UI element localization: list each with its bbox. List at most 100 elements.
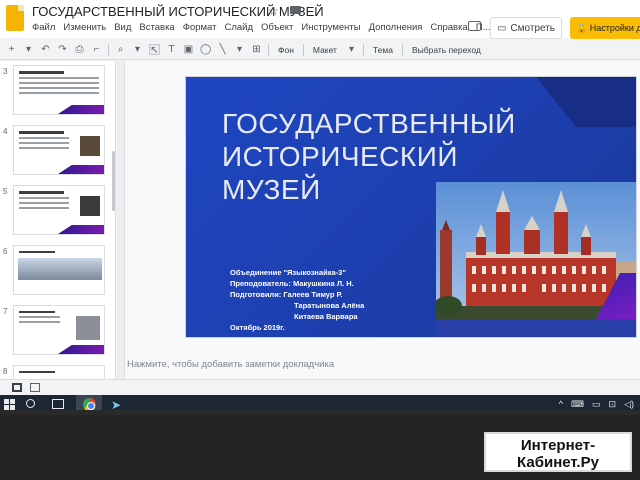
volume-icon[interactable]: ◁) [624,399,634,410]
menu-format[interactable]: Формат [183,22,217,33]
windows-taskbar: ➤ ^ ⌨ ▭ ⊡ ◁) [0,395,640,410]
present-button[interactable]: ▭ Смотреть [490,17,562,39]
chevron-down-icon[interactable]: ▾ [132,44,143,55]
chrome-icon[interactable] [83,398,96,410]
thumb-text-line [19,207,69,209]
access-settings-button[interactable]: 🔒 Настройки до [570,17,640,39]
slide-thumbnail[interactable] [13,245,105,295]
slide-thumbnail[interactable] [13,125,105,175]
filmstrip-scrollbar[interactable] [112,151,115,211]
thumb-text-line [19,87,99,89]
access-settings-label: Настройки до [589,23,640,33]
thumb-title-line [19,251,55,253]
site-watermark: Интернет- Кабинет.Ру [484,432,632,472]
shape-icon[interactable]: ◯ [200,44,211,55]
redo-icon[interactable]: ↷ [57,44,68,55]
thumb-accent-band [58,105,104,114]
slide-thumbnail-row[interactable]: 5 [0,183,115,239]
menu-bar: Файл Изменить Вид Вставка Формат Слайд О… [32,22,490,33]
menu-help[interactable]: Справка [430,22,467,33]
menu-edit[interactable]: Изменить [63,22,106,33]
thumb-title-line [19,371,55,373]
select-cursor-icon[interactable]: ↖ [149,44,160,56]
tray-expand-icon[interactable]: ^ [559,399,563,410]
slide-thumbnail-row[interactable]: 8 [0,363,115,379]
menu-insert[interactable]: Вставка [139,22,174,33]
slide-thumbnail[interactable] [13,365,105,379]
theme-button[interactable]: Тема [370,44,396,56]
thumb-text-line [19,202,69,204]
credits-teacher: Преподователь: Макушкина Л. Н. [230,279,354,288]
thumb-text-line [19,316,60,318]
battery-icon[interactable]: ▭ [592,399,601,410]
thumb-text-line [19,82,99,84]
layout-button[interactable]: Макет [310,44,340,56]
thumb-text-line [19,77,99,79]
menu-addons[interactable]: Дополнения [369,22,423,33]
undo-icon[interactable]: ↶ [40,44,51,55]
menu-slide[interactable]: Слайд [224,22,253,33]
toolbar: + ▾ ↶ ↷ ⎙ ⌐ ⌕ ▾ ↖ T ▣ ◯ ╲ ▾ ⊞ Фон Макет … [0,40,640,60]
chevron-down-icon[interactable]: ▾ [346,44,357,55]
comments-icon[interactable] [468,21,481,31]
toolbar-divider [401,43,403,56]
image-icon[interactable]: ▣ [183,44,194,55]
slide-thumbnail-row[interactable]: 4 [0,123,115,179]
slide-credits[interactable]: Объединение "Языкознайка-3" Преподовател… [230,267,450,333]
task-view-icon[interactable] [52,399,64,409]
windows-start-icon[interactable] [4,399,16,410]
menu-tools[interactable]: Инструменты [301,22,360,33]
toolbar-divider [362,43,364,56]
filmstrip-view-icon[interactable] [30,383,40,392]
background-button[interactable]: Фон [275,44,297,56]
credits-association: Объединение "Языкознайка-3" [230,268,346,277]
thumb-landscape-image [18,258,102,280]
slide-thumbnail-row[interactable]: 3 [0,63,115,119]
comment-add-icon[interactable]: ⊞ [251,44,262,55]
search-icon[interactable] [26,399,35,408]
star-icon[interactable]: ☆ [268,4,279,18]
toolbar-divider [108,43,109,56]
title-line-2: ИСТОРИЧЕСКИЙ [222,141,458,172]
slide-thumbnail-row[interactable]: 6 [0,243,115,299]
thumb-text-line [19,142,69,144]
thumb-text-line [19,197,69,199]
thumb-text-line [19,147,69,149]
chevron-down-icon[interactable]: ▾ [234,44,245,55]
line-icon[interactable]: ╲ [217,44,228,55]
slide-thumbnail-row[interactable]: 7 [0,303,115,359]
current-slide[interactable]: ГОСУДАРСТВЕННЫЙ ИСТОРИЧЕСКИЙ МУЗЕЙ Объед… [186,77,636,337]
speaker-notes-placeholder[interactable]: Нажмите, чтобы добавить заметки докладчи… [127,359,334,370]
thumb-title-line [19,311,55,313]
keyboard-icon[interactable]: ⌨ [571,399,584,410]
folder-icon[interactable] [290,6,301,14]
thumb-title-line [19,191,64,194]
slide-number: 5 [3,187,8,196]
grid-view-icon[interactable] [12,383,22,392]
print-icon[interactable]: ⎙ [74,44,85,55]
slide-thumbnail[interactable] [13,65,105,115]
paint-format-icon[interactable]: ⌐ [91,44,102,55]
text-box-icon[interactable]: T [166,44,177,55]
zoom-icon[interactable]: ⌕ [115,44,126,55]
chevron-down-icon[interactable]: ▾ [23,44,34,55]
view-switcher-bar [0,379,640,395]
new-slide-icon[interactable]: + [6,44,17,55]
thumb-title-line [19,71,64,74]
network-icon[interactable]: ⊡ [609,399,617,410]
vertical-ruler [117,61,125,379]
thumb-text-line [19,137,69,139]
slide-thumbnail[interactable] [13,185,105,235]
document-title[interactable]: ГОСУДАРСТВЕННЫЙ ИСТОРИЧЕСКИЙ МУЗЕЙ [32,4,324,19]
slides-logo-icon[interactable] [6,5,24,31]
transition-button[interactable]: Выбрать переход [409,44,484,56]
thumb-title-line [19,131,64,134]
pinned-app-icon[interactable]: ➤ [111,399,121,410]
present-icon: ▭ [496,22,507,34]
menu-file[interactable]: Файл [32,22,55,33]
slide-canvas: ГОСУДАРСТВЕННЫЙ ИСТОРИЧЕСКИЙ МУЗЕЙ Объед… [117,61,640,379]
menu-view[interactable]: Вид [114,22,131,33]
thumb-text-line [19,92,99,94]
menu-object[interactable]: Объект [261,22,293,33]
slide-thumbnail[interactable] [13,305,105,355]
